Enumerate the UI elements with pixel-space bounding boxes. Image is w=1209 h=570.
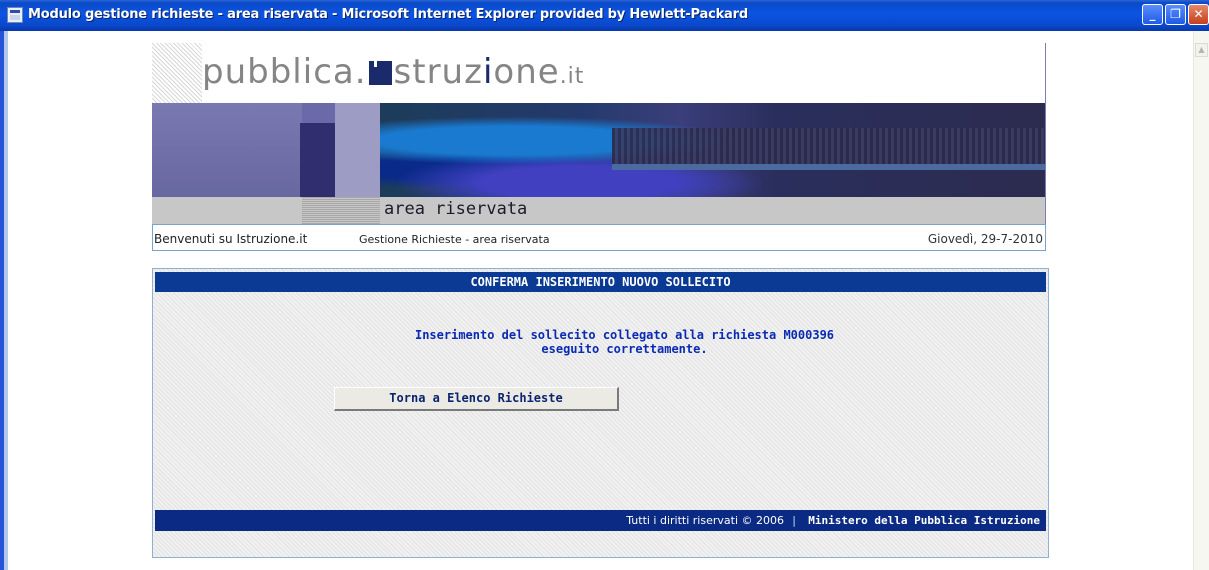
close-button[interactable]: ✕ bbox=[1188, 4, 1209, 25]
message-line-1: Inserimento del sollecito collegato alla… bbox=[414, 328, 835, 342]
current-date: Giovedì, 29-7-2010 bbox=[927, 232, 1043, 246]
site-banner: pubblica. struzione.it area riservata bbox=[152, 43, 1046, 224]
scroll-up-arrow-icon[interactable]: ▲ bbox=[1195, 43, 1208, 57]
welcome-text: Benvenuti su Istruzione.it bbox=[154, 232, 308, 246]
browser-page-icon bbox=[7, 7, 23, 23]
message-line-2: eseguito correttamente. bbox=[541, 342, 708, 356]
section-title: Gestione Richieste - area riservata bbox=[359, 233, 550, 246]
banner-area-strip: area riservata bbox=[152, 197, 1045, 224]
ministry-name: Ministero della Pubblica Istruzione bbox=[808, 514, 1040, 527]
vertical-scrollbar[interactable]: ▲ bbox=[1193, 31, 1209, 570]
logo-i-block-icon bbox=[368, 61, 392, 85]
panel-footer: Tutti i diritti riservati © 2006 | Minis… bbox=[155, 510, 1046, 531]
back-to-requests-button[interactable]: Torna a Elenco Richieste bbox=[334, 387, 619, 411]
banner-logo-strip: pubblica. struzione.it bbox=[152, 43, 1045, 103]
minimize-button[interactable]: _ bbox=[1142, 4, 1163, 25]
area-riservata-label: area riservata bbox=[384, 199, 528, 219]
info-bar: Benvenuti su Istruzione.it Gestione Rich… bbox=[152, 224, 1046, 251]
confirmation-message: Inserimento del sollecito collegato alla… bbox=[153, 328, 1048, 356]
window-left-border bbox=[0, 31, 8, 570]
confirmation-panel: CONFERMA INSERIMENTO NUOVO SOLLECITO Ins… bbox=[152, 268, 1049, 558]
maximize-button[interactable]: ❐ bbox=[1165, 4, 1186, 25]
window-title: Modulo gestione richieste - area riserva… bbox=[28, 7, 748, 22]
window-titlebar[interactable]: Modulo gestione richieste - area riserva… bbox=[0, 0, 1209, 31]
banner-artwork bbox=[152, 103, 1045, 197]
footer-separator: | bbox=[792, 514, 796, 527]
site-logo: pubblica. struzione.it bbox=[202, 52, 585, 92]
panel-header: CONFERMA INSERIMENTO NUOVO SOLLECITO bbox=[155, 272, 1046, 292]
copyright-text: Tutti i diritti riservati © 2006 bbox=[626, 514, 784, 527]
